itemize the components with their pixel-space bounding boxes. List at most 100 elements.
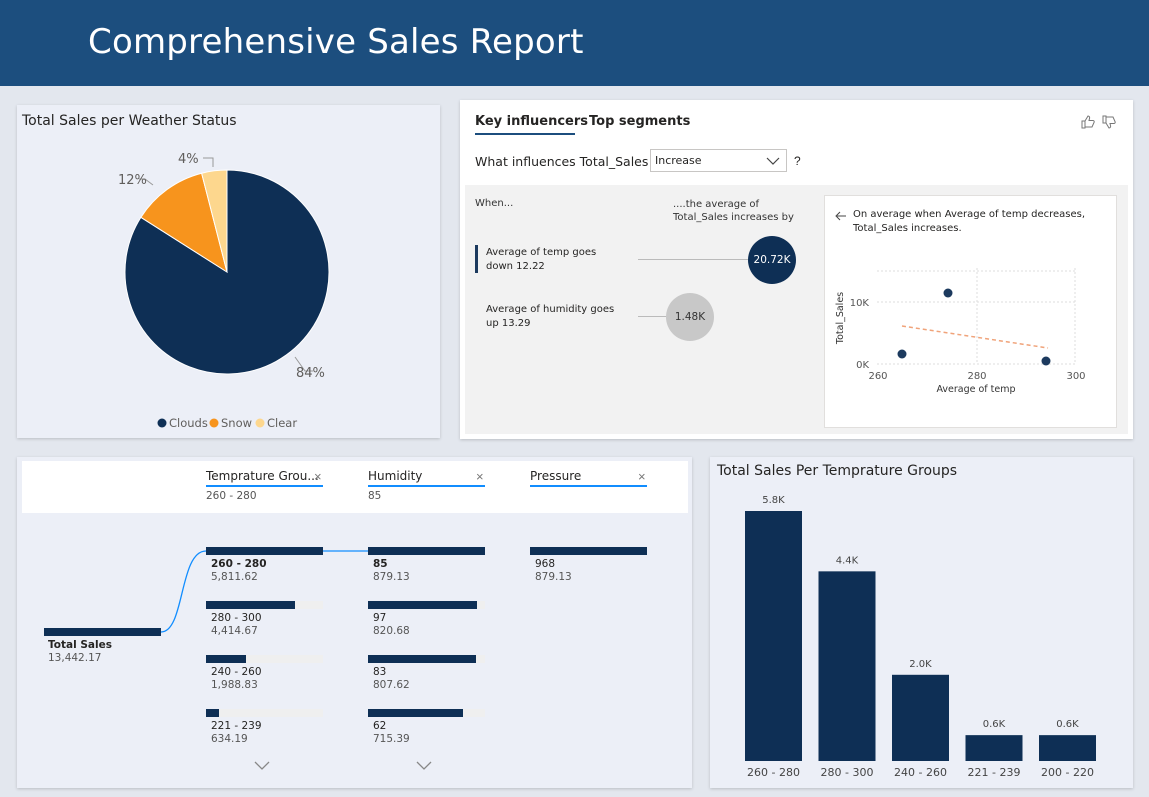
decomp-node-label: 62 [373, 720, 387, 732]
influencer-select-value: Increase [655, 154, 702, 167]
decomp-root-value: 13,442.17 [48, 652, 102, 664]
decomp-node-label: 85 [373, 558, 388, 570]
influencer-humidity-bubble: 1.48K [666, 293, 714, 341]
decomp-node-value: 820.68 [373, 625, 410, 637]
decomp-node-value: 807.62 [373, 679, 410, 691]
influencer-item-temp[interactable]: Average of temp goes down 12.22 [486, 246, 616, 274]
bar-category-label: 240 - 260 [894, 766, 947, 779]
thumbs-up-icon[interactable] [1080, 114, 1096, 130]
influencer-temp-bubble: 20.72K [748, 236, 796, 284]
scatter-ytick-0k: 0K [856, 360, 869, 371]
thumbs-down-icon[interactable] [1101, 114, 1117, 130]
pie-leader-clear [203, 157, 214, 167]
scatter-xlabel: Average of temp [936, 384, 1015, 395]
chevron-down-icon[interactable] [416, 761, 432, 771]
bar-0[interactable] [745, 511, 802, 761]
help-question-mark[interactable]: ? [794, 154, 801, 168]
decomp-node-bg [206, 709, 323, 717]
bar-data-label: 4.4K [836, 555, 859, 566]
decomp-node-label: 240 - 260 [211, 666, 262, 678]
decomp-node-label: 260 - 280 [211, 558, 267, 570]
decomp-node-bar[interactable] [368, 547, 485, 555]
decomp-root-label: Total Sales [48, 639, 112, 651]
decomp-node-label: 97 [373, 612, 387, 624]
scatter-point [897, 349, 907, 359]
influencer-question: What influences Total_Sales to [475, 154, 665, 169]
decomposition-tree-card[interactable]: Temprature Grou... × 260 - 280 Humidity … [17, 457, 692, 788]
scatter-xtick-280: 280 [967, 371, 986, 382]
decomp-connectors [160, 550, 368, 633]
bar-data-label: 0.6K [1056, 719, 1079, 730]
legend-clouds-marker [157, 418, 167, 428]
influencer-item-humidity[interactable]: Average of humidity goes up 13.29 [486, 303, 621, 331]
pie-chart: 84% 12% 4% Clouds Snow Clear [118, 152, 330, 430]
pie-label-clear: 4% [178, 152, 199, 167]
bar-category-label: 280 - 300 [821, 766, 874, 779]
pie-label-clouds: 84% [296, 366, 325, 381]
legend-snow-marker [209, 418, 219, 428]
decomp-node-bar[interactable] [368, 709, 463, 717]
bar-2[interactable] [892, 674, 949, 761]
bar-1[interactable] [818, 571, 876, 761]
bar-chart: 5.8K 260 - 280 4.4K 280 - 300 2.0K 240 - 260 0… [745, 495, 1096, 779]
decomp-node-bar[interactable] [206, 709, 219, 717]
decomp-node-label: 83 [373, 666, 387, 678]
decomp-node-value: 1,988.83 [211, 679, 258, 691]
decomp-node-value: 879.13 [373, 571, 410, 583]
scatter-xtick-260: 260 [868, 371, 887, 382]
influencer-select[interactable]: Increase [650, 149, 787, 172]
decomp-node-value: 879.13 [535, 571, 572, 583]
bar-4[interactable] [1039, 735, 1096, 761]
pie-label-snow: 12% [118, 173, 147, 188]
decomp-node-label: 968 [535, 558, 556, 570]
influencer-humidity-value: 1.48K [674, 311, 706, 323]
tab-key-influencers[interactable]: Key influencers [475, 114, 588, 129]
decomp-node-bar[interactable] [206, 655, 246, 663]
bar-category-label: 260 - 280 [747, 766, 800, 779]
influencer-temp-connector [638, 259, 748, 260]
tab-key-influencers-underline [475, 133, 575, 135]
tab-top-segments[interactable]: Top segments [589, 114, 690, 129]
decomp-node-label: 221 - 239 [211, 720, 262, 732]
legend-clouds: Clouds [169, 416, 208, 430]
trend-line [901, 325, 1049, 349]
legend-snow: Snow [221, 416, 252, 430]
decomp-node-label: 280 - 300 [211, 612, 262, 624]
key-influencers-card[interactable]: Key influencers Top segments What influe… [460, 100, 1133, 439]
influencer-temp-value: 20.72K [753, 254, 791, 266]
influencer-scatter: 10K 0K 260 280 300 Average of temp Total… [835, 268, 1086, 395]
pie-chart-card[interactable]: Total Sales per Weather Status 84% 12% 4… [17, 105, 440, 438]
report-title: Comprehensive Sales Report [88, 22, 584, 62]
decomp-root-bar[interactable] [44, 628, 161, 636]
bar-3[interactable] [965, 735, 1023, 761]
decomp-node-bar[interactable] [530, 547, 647, 555]
bar-category-label: 221 - 239 [968, 766, 1021, 779]
scatter-ylabel: Total_Sales [835, 292, 846, 345]
scatter-ytick-10k: 10K [850, 298, 870, 309]
decomp-node-value: 715.39 [373, 733, 410, 745]
scatter-point [943, 288, 953, 298]
col-when: When... [475, 198, 514, 209]
col-average: ....the average of Total_Sales increases… [673, 199, 794, 223]
decomp-node-value: 634.19 [211, 733, 248, 745]
decomp-node-bar[interactable] [368, 601, 477, 609]
bar-data-label: 5.8K [762, 495, 785, 506]
decomp-node-value: 5,811.62 [211, 571, 258, 583]
decomp-node-bar[interactable] [368, 655, 476, 663]
decomp-node-bar[interactable] [206, 547, 323, 555]
chevron-down-icon [766, 157, 780, 165]
decomp-node-bar[interactable] [206, 601, 295, 609]
decomp-node-value: 4,414.67 [211, 625, 258, 637]
bar-data-label: 2.0K [909, 659, 932, 670]
influencer-detail-panel: On average when Average of temp decrease… [824, 195, 1117, 428]
legend-clear: Clear [267, 416, 297, 430]
bar-data-label: 0.6K [983, 719, 1006, 730]
scatter-xtick-300: 300 [1066, 371, 1085, 382]
chevron-down-icon[interactable] [254, 761, 270, 771]
bar-chart-card[interactable]: Total Sales Per Temprature Groups 5.8K 26… [710, 457, 1133, 788]
bar-category-label: 200 - 220 [1041, 766, 1094, 779]
legend-clear-marker [255, 418, 265, 428]
report-header: Comprehensive Sales Report [0, 0, 1149, 86]
influencer-humidity-connector [638, 316, 666, 317]
influencer-selected-indicator [475, 245, 478, 273]
